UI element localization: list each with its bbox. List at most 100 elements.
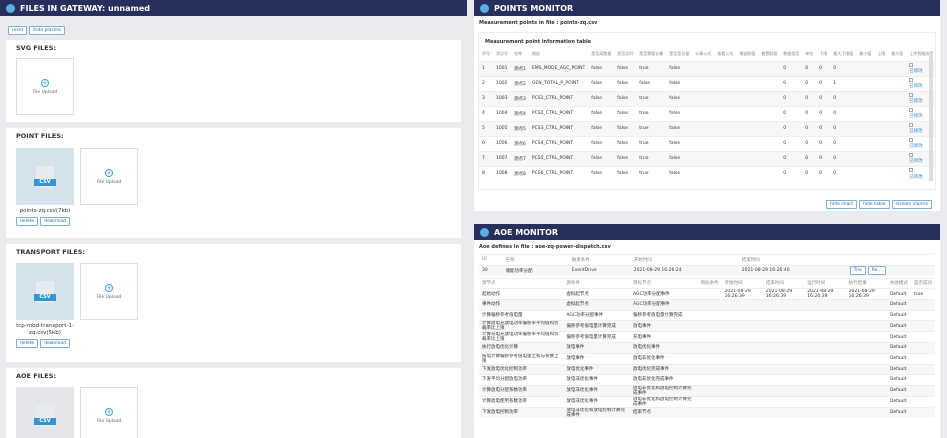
file-name: tcp-mbd-transport-1-zq.csv(5kb): [16, 323, 74, 336]
point-upload-box[interactable]: + File Upload: [80, 148, 138, 205]
upload-checkbox[interactable]: [909, 107, 914, 112]
table-cell: 结束节点: [630, 406, 698, 418]
edit-link[interactable]: 已修改: [909, 84, 923, 89]
column-header: 最大下限值: [833, 50, 854, 56]
delete-button[interactable]: delete: [16, 339, 39, 348]
table-cell: false: [614, 165, 637, 181]
upload-checkbox[interactable]: [909, 168, 914, 172]
table-cell: 2021-08-29 16:26:39: [845, 288, 887, 300]
table-cell: [721, 352, 763, 364]
table-cell: PCS2_CTRL_POINT: [528, 105, 589, 121]
upload-checkbox[interactable]: [909, 137, 914, 142]
column-header: 序号: [482, 50, 490, 56]
download-button[interactable]: download: [40, 339, 70, 348]
points-table: 序号 测点号 名称 描述 是否离散量 是否实时 是否需要计算 是否是总量 计算公式 查看公式 增益取…: [479, 47, 935, 181]
column-header: 计算公式: [695, 50, 712, 56]
table-cell: false: [666, 135, 693, 151]
table-cell: [758, 135, 781, 151]
table-cell: [736, 135, 759, 151]
svg-upload-box[interactable]: + File Upload: [16, 58, 74, 115]
table-cell: 0: [830, 150, 857, 166]
table-cell: [888, 105, 907, 121]
table-cell: Default: [886, 320, 911, 332]
delete-button[interactable]: delete: [16, 217, 39, 226]
table-cell: [856, 150, 875, 166]
download-button[interactable]: download: [40, 217, 70, 226]
table-cell: [845, 342, 887, 353]
table-cell: [910, 299, 935, 310]
points-header: POINTS MONITOR: [474, 0, 940, 16]
table-cell: 1001: [493, 60, 511, 76]
table-cell: 按电计算偏移参考值电量之和与系数上限: [479, 352, 564, 364]
column-header: 单位: [805, 50, 814, 56]
table-cell: [697, 331, 722, 343]
upload-checkbox[interactable]: [909, 152, 914, 157]
upload-checkbox[interactable]: [909, 122, 914, 127]
table-cell: 放电事件: [563, 352, 631, 364]
table-cell: Default: [886, 331, 911, 343]
points-table-card: Measurement point information table 序号 测点…: [478, 32, 936, 190]
table-cell: [856, 165, 875, 181]
edit-link[interactable]: 已修改: [909, 175, 923, 180]
table-cell: AGC功率分配事件: [630, 299, 698, 310]
edit-link[interactable]: 已修改: [909, 129, 923, 134]
table-cell: [804, 406, 846, 418]
table-cell: 0: [780, 135, 803, 151]
edit-link[interactable]: 已修改: [909, 99, 923, 104]
column-header: ID: [479, 254, 503, 265]
table-cell: 0: [802, 90, 817, 106]
table-cell: [845, 331, 887, 343]
actions-cell: Trie Re...: [846, 264, 935, 276]
edit-link[interactable]: 已修改: [909, 144, 923, 149]
reset-button[interactable]: reset: [8, 26, 28, 35]
table-cell: [697, 288, 722, 300]
column-header: 运行时间: [804, 277, 846, 289]
upload-checkbox[interactable]: [909, 92, 914, 97]
table-cell: 8: [479, 165, 493, 181]
trie-button[interactable]: Trie: [849, 266, 866, 275]
stream-alarms-button[interactable]: stream alarms: [891, 200, 932, 209]
table-cell: 1: [830, 75, 857, 91]
edit-link[interactable]: 已修改: [909, 69, 923, 74]
table-cell: [888, 135, 907, 151]
table-cell: false: [666, 90, 693, 106]
hide-table-button[interactable]: hide table: [858, 200, 890, 209]
transport-upload-box[interactable]: + File Upload: [80, 263, 138, 320]
table-cell: false: [636, 75, 667, 91]
table-cell: 0: [780, 165, 803, 181]
edit-link[interactable]: 已修改: [909, 114, 923, 119]
table-cell: 放电非优化完成事件: [630, 374, 698, 385]
upload-checkbox[interactable]: [909, 77, 914, 82]
table-cell: true: [636, 150, 667, 166]
table-cell: [856, 105, 875, 121]
table-cell: [856, 135, 875, 151]
table-cell: [845, 320, 887, 332]
aoe-title: AOE MONITOR: [494, 227, 559, 237]
table-cell: 下发平均分配放电功率: [479, 374, 564, 385]
table-cell: [910, 352, 935, 364]
table-cell: EMS_MODE_AGC_POINT: [528, 60, 589, 76]
table-row: 7 1007 测点7 PCS5_CTRL_POINT false false true fal…: [479, 150, 935, 166]
table-cell: false: [588, 75, 615, 91]
table-cell: 0: [816, 105, 831, 121]
upload-checkbox[interactable]: [909, 62, 914, 67]
scrollbar[interactable]: [929, 53, 933, 181]
hide-chart-button[interactable]: hide chart: [826, 200, 857, 209]
table-cell: 0: [816, 120, 831, 136]
upload-label: File Upload: [96, 294, 122, 300]
re-button[interactable]: Re...: [867, 266, 886, 275]
table-cell: 0: [802, 60, 817, 76]
table-cell: [888, 150, 907, 166]
table-cell: [874, 120, 889, 136]
hide-plasma-button[interactable]: hide plasma: [29, 26, 65, 35]
table-cell: [874, 60, 889, 76]
table-cell: 0: [780, 150, 803, 166]
edit-link[interactable]: 已修改: [909, 159, 923, 164]
column-header: 增益取值: [739, 50, 756, 56]
table-cell: [736, 120, 759, 136]
table-cell: [697, 320, 722, 332]
table-cell: GEN_TOTAL_P_POINT: [528, 75, 589, 91]
column-header: 开始时间: [630, 254, 739, 265]
aoe-upload-box[interactable]: + File Upload: [80, 387, 138, 438]
table-cell: false: [588, 105, 615, 121]
